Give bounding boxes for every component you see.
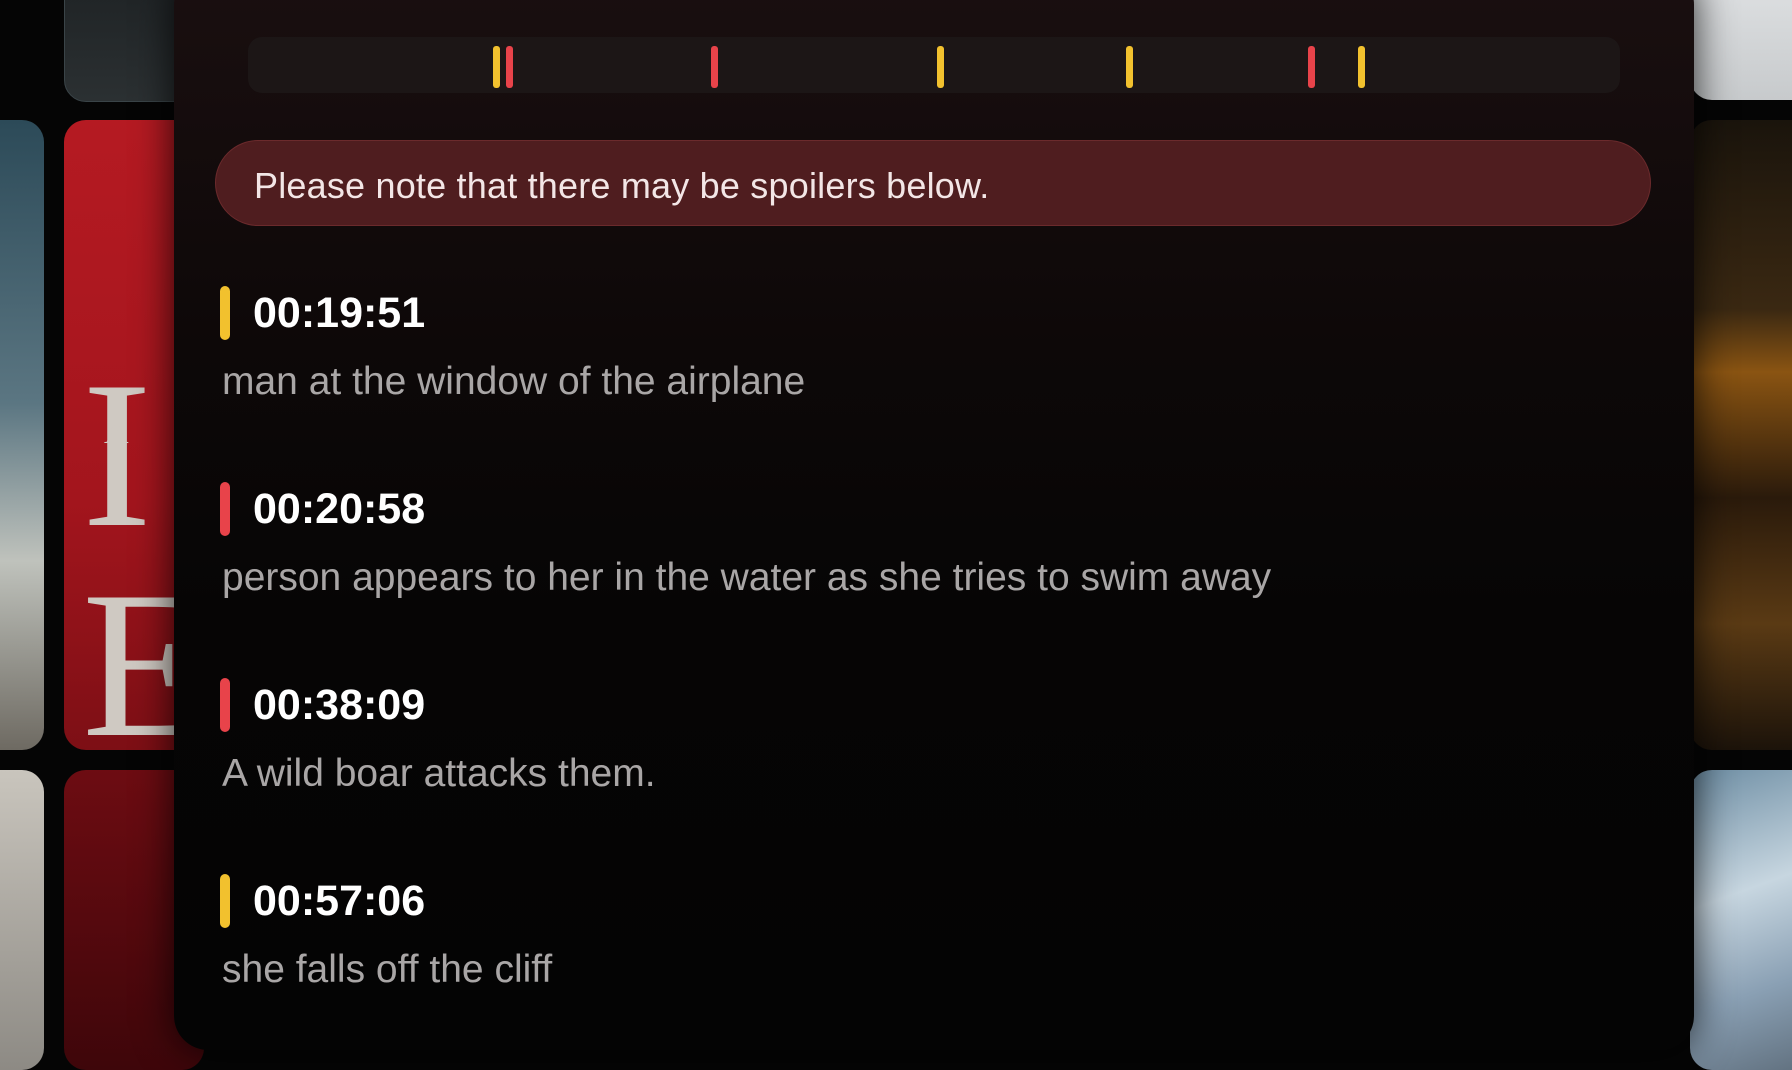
timeline-scrubber[interactable] [248,37,1620,93]
scene-entry[interactable]: 00:20:58 person appears to her in the wa… [220,482,1640,642]
severity-indicator [220,678,230,732]
poster-thumbnail[interactable] [1690,770,1792,1070]
scene-entry[interactable]: 00:38:09 A wild boar attacks them. [220,678,1640,838]
severity-indicator [220,482,230,536]
poster-letter: A [104,414,129,451]
scene-description: she falls off the cliff [222,948,553,991]
timeline-marker[interactable] [1308,46,1315,88]
scene-entry[interactable]: 00:57:06 she falls off the cliff [220,874,1640,1034]
timeline-marker[interactable] [711,46,718,88]
scene-description: man at the window of the airplane [222,360,806,403]
scene-timestamp: 00:38:09 [253,681,426,729]
timeline-marker[interactable] [1358,46,1365,88]
poster-thumbnail[interactable] [0,120,44,750]
timeline-marker[interactable] [1126,46,1133,88]
scene-timestamp: 00:20:58 [253,485,426,533]
timeline-marker[interactable] [937,46,944,88]
scene-description: A wild boar attacks them. [222,752,656,795]
timeline-marker[interactable] [506,46,513,88]
scene-timestamp: 00:57:06 [253,877,426,925]
spoiler-notice-text: Please note that there may be spoilers b… [254,165,990,206]
poster-letter: I [82,339,152,571]
scene-description: person appears to her in the water as sh… [222,556,1272,599]
severity-indicator [220,874,230,928]
poster-thumbnail[interactable] [1690,120,1792,750]
timeline-marker[interactable] [493,46,500,88]
poster-thumbnail[interactable] [1690,0,1792,100]
severity-indicator [220,286,230,340]
spoiler-notice-banner: Please note that there may be spoilers b… [215,140,1651,226]
poster-thumbnail[interactable] [0,770,44,1070]
scene-timestamp: 00:19:51 [253,289,426,337]
scene-entry[interactable]: 00:19:51 man at the window of the airpla… [220,286,1640,446]
